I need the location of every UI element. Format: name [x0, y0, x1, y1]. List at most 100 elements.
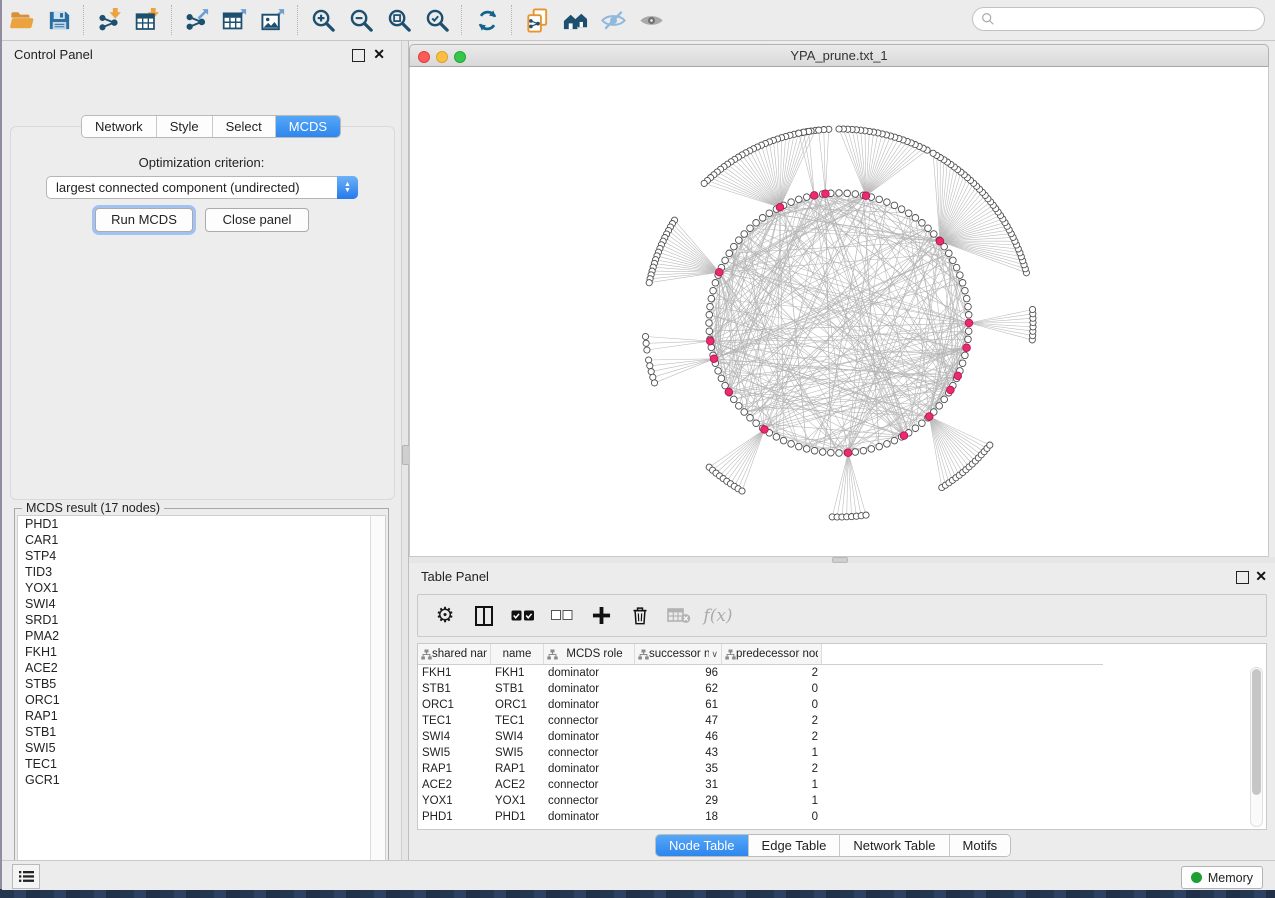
- cell-shared-name[interactable]: TEC1: [418, 713, 491, 729]
- export-network-button[interactable]: [180, 4, 214, 36]
- cell-MCDS-role[interactable]: dominator: [544, 697, 635, 713]
- table-panel-close-button[interactable]: ✕: [1255, 568, 1267, 584]
- export-table-button[interactable]: [218, 4, 252, 36]
- save-session-button[interactable]: [42, 4, 76, 36]
- table-row[interactable]: SWI4SWI4dominator462: [418, 729, 1266, 745]
- close-panel-button[interactable]: Close panel: [205, 208, 309, 232]
- mcds-result-item[interactable]: TID3: [18, 564, 372, 580]
- cell-name[interactable]: RAP1: [491, 761, 544, 777]
- tab-mcds[interactable]: MCDS: [276, 116, 340, 137]
- mcds-result-item[interactable]: FKH1: [18, 644, 372, 660]
- table-row[interactable]: ACE2ACE2connector311: [418, 777, 1266, 793]
- run-mcds-button[interactable]: Run MCDS: [95, 208, 193, 232]
- cell-name[interactable]: STB1: [491, 681, 544, 697]
- column-header-shared-name[interactable]: shared name: [418, 644, 491, 664]
- cell-predecessor-nodes[interactable]: 0: [722, 681, 822, 697]
- column-header-name[interactable]: name: [491, 644, 544, 664]
- cell-successor-nodes[interactable]: 18: [635, 809, 722, 825]
- cell-MCDS-role[interactable]: dominator: [544, 681, 635, 697]
- zoom-out-button[interactable]: [344, 4, 378, 36]
- mcds-result-item[interactable]: ORC1: [18, 692, 372, 708]
- select-all-icon[interactable]: [508, 601, 538, 631]
- window-close-button[interactable]: [418, 51, 430, 63]
- tab-style[interactable]: Style: [157, 116, 213, 137]
- cell-shared-name[interactable]: ACE2: [418, 777, 491, 793]
- mcds-result-item[interactable]: GCR1: [18, 772, 372, 788]
- table-row[interactable]: PHD1PHD1dominator180: [418, 809, 1266, 825]
- cell-predecessor-nodes[interactable]: 2: [722, 713, 822, 729]
- cell-name[interactable]: ORC1: [491, 697, 544, 713]
- cell-shared-name[interactable]: PHD1: [418, 809, 491, 825]
- cell-successor-nodes[interactable]: 47: [635, 713, 722, 729]
- window-minimize-button[interactable]: [436, 51, 448, 63]
- table-row[interactable]: FKH1FKH1dominator962: [418, 665, 1266, 681]
- mcds-result-item[interactable]: SWI4: [18, 596, 372, 612]
- control-panel-float-button[interactable]: [352, 49, 365, 62]
- cell-name[interactable]: ACE2: [491, 777, 544, 793]
- cell-MCDS-role[interactable]: dominator: [544, 809, 635, 825]
- deselect-all-icon[interactable]: [547, 601, 577, 631]
- mcds-result-item[interactable]: CAR1: [18, 532, 372, 548]
- cell-predecessor-nodes[interactable]: 2: [722, 729, 822, 745]
- table-row[interactable]: ORC1ORC1dominator610: [418, 697, 1266, 713]
- cell-successor-nodes[interactable]: 62: [635, 681, 722, 697]
- tab-network-table[interactable]: Network Table: [840, 835, 949, 856]
- delete-icon[interactable]: [625, 601, 655, 631]
- mcds-result-item[interactable]: RAP1: [18, 708, 372, 724]
- column-header-MCDS-role[interactable]: MCDS role: [544, 644, 635, 664]
- cell-successor-nodes[interactable]: 46: [635, 729, 722, 745]
- show-all-button[interactable]: [634, 4, 668, 36]
- cell-shared-name[interactable]: SWI4: [418, 729, 491, 745]
- column-header-predecessor-nodes[interactable]: predecessor nodes: [722, 644, 822, 664]
- mcds-result-item[interactable]: SRD1: [18, 612, 372, 628]
- cell-name[interactable]: PHD1: [491, 809, 544, 825]
- cell-shared-name[interactable]: ORC1: [418, 697, 491, 713]
- cell-successor-nodes[interactable]: 35: [635, 761, 722, 777]
- mcds-result-item[interactable]: STB1: [18, 724, 372, 740]
- cell-MCDS-role[interactable]: connector: [544, 793, 635, 809]
- open-file-button[interactable]: [4, 4, 38, 36]
- cell-name[interactable]: SWI4: [491, 729, 544, 745]
- memory-button[interactable]: Memory: [1181, 866, 1263, 889]
- cell-shared-name[interactable]: YOX1: [418, 793, 491, 809]
- tab-edge-table[interactable]: Edge Table: [749, 835, 841, 856]
- columns-icon[interactable]: [469, 601, 499, 631]
- cell-name[interactable]: YOX1: [491, 793, 544, 809]
- cell-shared-name[interactable]: FKH1: [418, 665, 491, 681]
- vertical-splitter[interactable]: [401, 41, 409, 860]
- network-graph[interactable]: [410, 67, 1269, 557]
- cell-successor-nodes[interactable]: 61: [635, 697, 722, 713]
- cell-MCDS-role[interactable]: dominator: [544, 729, 635, 745]
- control-panel-close-button[interactable]: ✕: [373, 46, 385, 62]
- duplicate-network-button[interactable]: [520, 4, 554, 36]
- refresh-view-button[interactable]: [470, 4, 504, 36]
- column-header-successor-nodes[interactable]: successor nodes∨: [635, 644, 722, 664]
- mcds-result-item[interactable]: ACE2: [18, 660, 372, 676]
- table-row[interactable]: RAP1RAP1dominator352: [418, 761, 1266, 777]
- cell-successor-nodes[interactable]: 43: [635, 745, 722, 761]
- cell-shared-name[interactable]: RAP1: [418, 761, 491, 777]
- table-scrollbar-thumb[interactable]: [1252, 669, 1261, 795]
- export-image-button[interactable]: [256, 4, 290, 36]
- cell-predecessor-nodes[interactable]: 1: [722, 745, 822, 761]
- network-canvas[interactable]: [409, 67, 1269, 557]
- cell-MCDS-role[interactable]: dominator: [544, 665, 635, 681]
- cell-shared-name[interactable]: SWI5: [418, 745, 491, 761]
- cell-predecessor-nodes[interactable]: 2: [722, 761, 822, 777]
- zoom-fit-button[interactable]: [382, 4, 416, 36]
- mcds-result-item[interactable]: PHD1: [18, 516, 372, 532]
- cell-name[interactable]: FKH1: [491, 665, 544, 681]
- cell-predecessor-nodes[interactable]: 1: [722, 777, 822, 793]
- mcds-result-list[interactable]: PHD1CAR1STP4TID3YOX1SWI4SRD1PMA2FKH1ACE2…: [17, 515, 372, 878]
- mcds-result-item[interactable]: YOX1: [18, 580, 372, 596]
- cell-successor-nodes[interactable]: 31: [635, 777, 722, 793]
- table-row[interactable]: STB1STB1dominator620: [418, 681, 1266, 697]
- mcds-result-item[interactable]: PMA2: [18, 628, 372, 644]
- table-panel-float-button[interactable]: [1236, 571, 1249, 584]
- window-maximize-button[interactable]: [454, 51, 466, 63]
- first-neighbors-button[interactable]: [558, 4, 592, 36]
- cell-MCDS-role[interactable]: connector: [544, 713, 635, 729]
- cell-predecessor-nodes[interactable]: 2: [722, 665, 822, 681]
- mcds-result-item[interactable]: TEC1: [18, 756, 372, 772]
- mcds-result-item[interactable]: SWI5: [18, 740, 372, 756]
